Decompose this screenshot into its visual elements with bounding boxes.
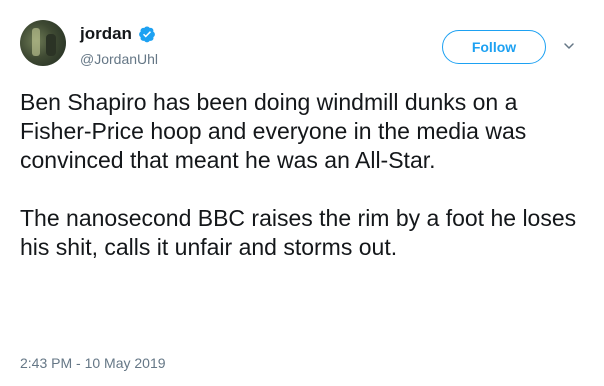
avatar[interactable] (20, 20, 66, 66)
tweet-text: Ben Shapiro has been doing windmill dunk… (20, 88, 580, 262)
verified-badge-icon (139, 26, 155, 43)
tweet-card: jordan @JordanUhl Follow Ben Shapiro has… (0, 0, 604, 386)
tweet-paragraph: Ben Shapiro has been doing windmill dunk… (20, 89, 527, 173)
user-handle[interactable]: @JordanUhl (80, 51, 158, 67)
follow-button[interactable]: Follow (442, 30, 546, 64)
chevron-down-icon[interactable] (563, 40, 575, 52)
display-name[interactable]: jordan (80, 24, 132, 44)
tweet-paragraph: The nanosecond BBC raises the rim by a f… (20, 205, 577, 260)
timestamp[interactable]: 2:43 PM - 10 May 2019 (20, 355, 166, 371)
author-name-row: jordan (80, 24, 156, 44)
